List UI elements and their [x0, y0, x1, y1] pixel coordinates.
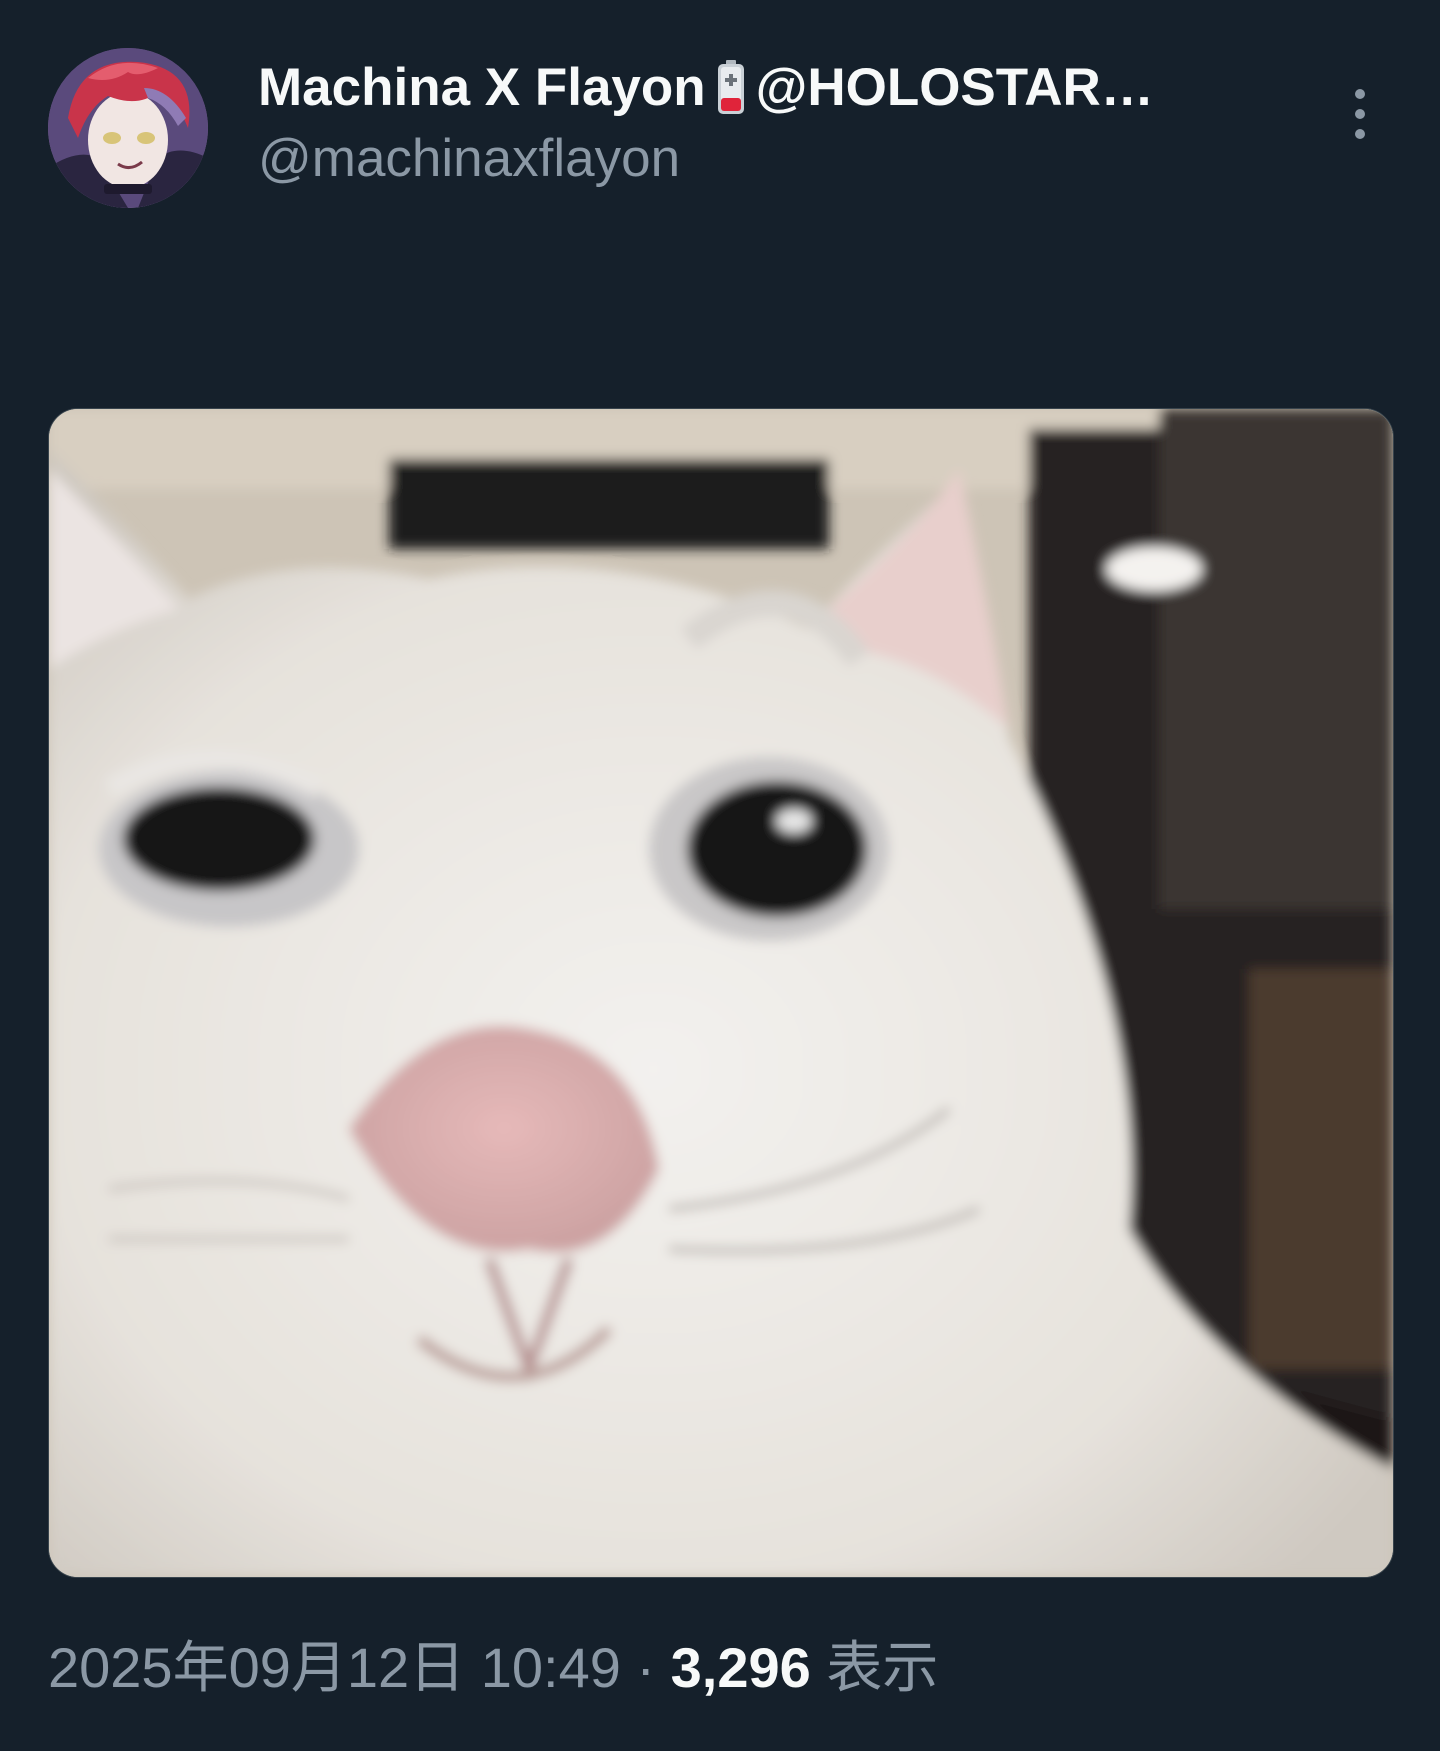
author-name-suffix: @HOLOSTAR…	[755, 58, 1154, 117]
meta-separator: ·	[636, 1636, 656, 1699]
author-name-row: Machina X Flayon @HOLOSTAR…	[258, 52, 1298, 124]
tweet-detail: Machina X Flayon @HOLOSTAR… @machinaxfla…	[0, 0, 1440, 1751]
cat-photo	[49, 409, 1393, 1577]
tweet-meta: 2025年09月12日 10:49 · 3,296 表示	[48, 1630, 1388, 1706]
more-options-button[interactable]	[1334, 84, 1386, 144]
battery-icon	[716, 60, 746, 116]
tweet-media-image[interactable]	[48, 408, 1394, 1578]
avatar[interactable]	[48, 48, 208, 208]
author-info: Machina X Flayon @HOLOSTAR… @machinaxfla…	[258, 52, 1298, 194]
avatar-illustration	[48, 48, 208, 208]
views-count: 3,296	[670, 1636, 811, 1699]
author-handle[interactable]: @machinaxflayon	[258, 124, 1298, 194]
views-label: 表示	[826, 1636, 939, 1699]
more-vertical-icon	[1355, 89, 1365, 139]
timestamp[interactable]: 2025年09月12日 10:49	[48, 1636, 621, 1699]
author-display-name[interactable]: Machina X Flayon	[258, 52, 706, 124]
